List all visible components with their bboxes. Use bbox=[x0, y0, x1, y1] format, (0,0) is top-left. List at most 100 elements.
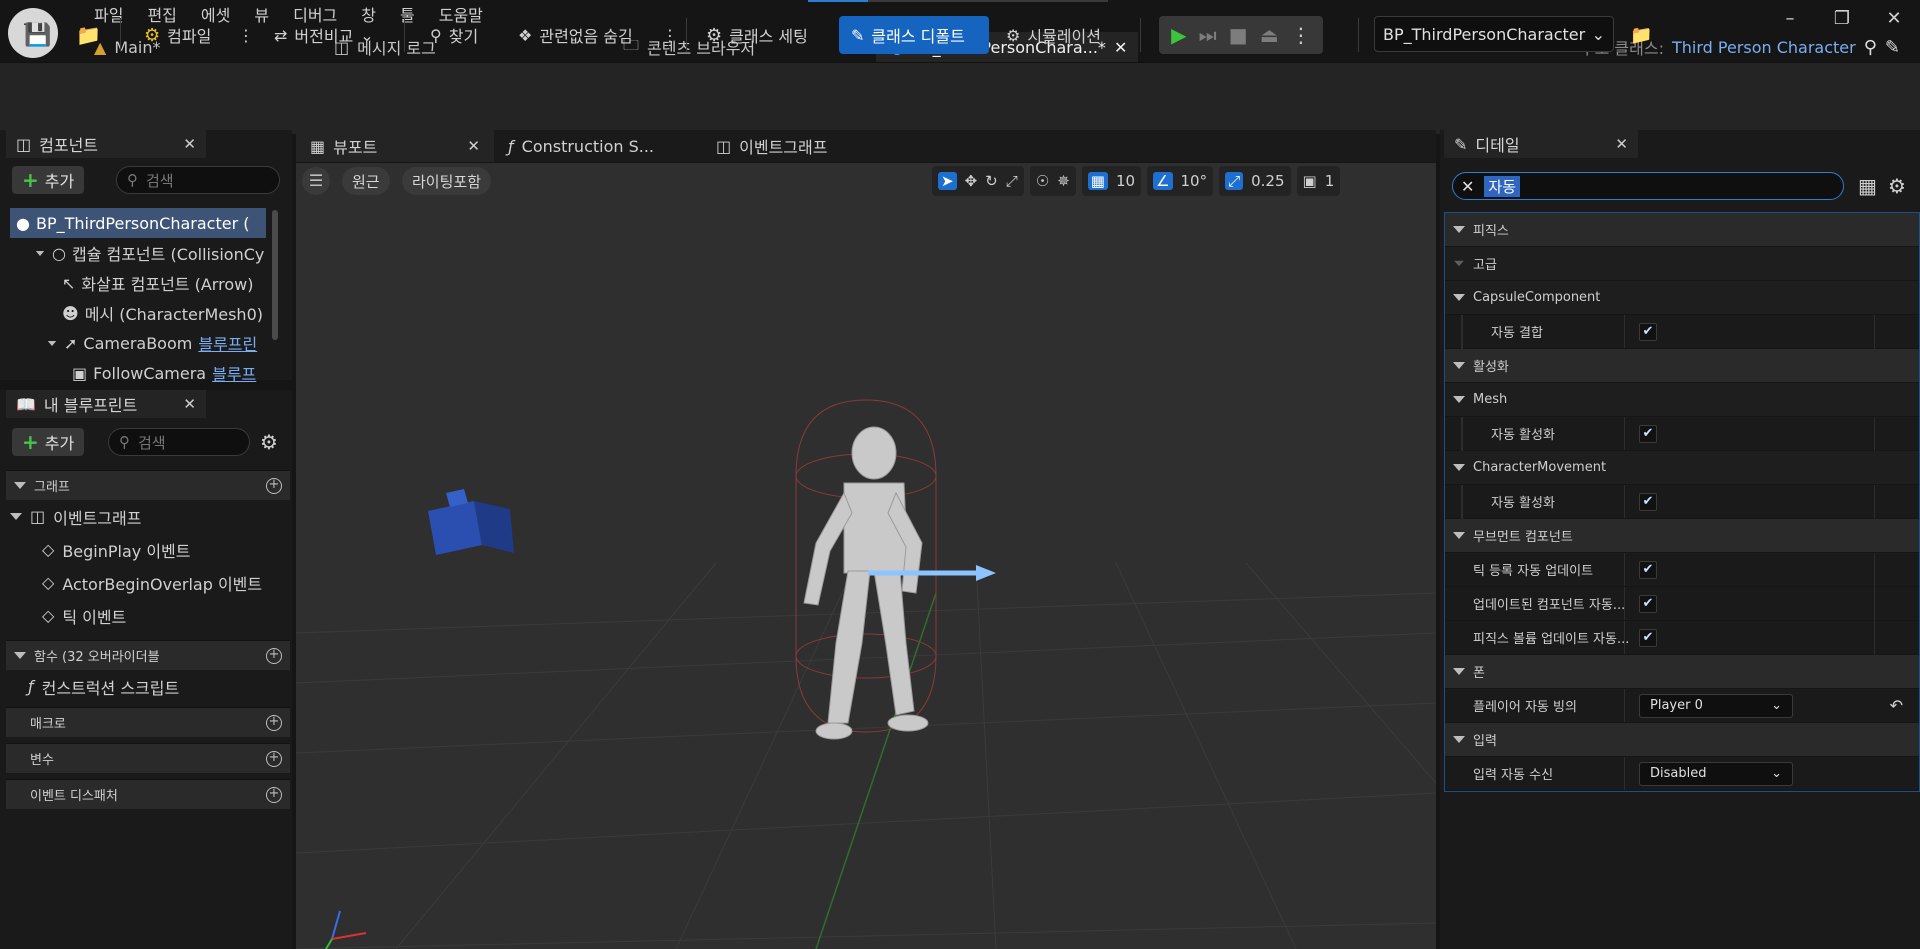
select-cursor-icon[interactable]: ➤ bbox=[938, 172, 957, 190]
lighting-button[interactable]: 라이팅포함 bbox=[402, 167, 492, 195]
close-icon[interactable]: ✕ bbox=[183, 395, 196, 413]
dispatchers-section[interactable]: 이벤트 디스패처 + bbox=[6, 779, 290, 809]
debug-object-select[interactable]: BP_ThirdPersonCharacter ⌄ bbox=[1374, 16, 1614, 52]
close-icon[interactable]: ✕ bbox=[183, 135, 196, 153]
tree-item-arrow[interactable]: ↖ 화살표 컴포넌트 (Arrow) bbox=[10, 268, 266, 298]
scrollbar[interactable] bbox=[272, 210, 278, 340]
browse-icon[interactable]: 📁 bbox=[70, 16, 107, 54]
gear-icon[interactable]: ⚙ bbox=[260, 430, 278, 454]
add-macro-icon[interactable]: + bbox=[266, 714, 282, 731]
clear-search-icon[interactable]: ✕ bbox=[1461, 177, 1474, 196]
hamburger-menu-icon[interactable]: ☰ bbox=[302, 167, 330, 195]
checkbox-checked[interactable]: ✔ bbox=[1639, 424, 1657, 443]
add-dispatcher-icon[interactable]: + bbox=[266, 786, 282, 803]
class-defaults-button[interactable]: ✎ 클래스 디폴트 bbox=[839, 16, 989, 54]
variables-section[interactable]: 변수 + bbox=[6, 743, 290, 773]
more-options-icon[interactable]: ⋮ bbox=[232, 16, 260, 54]
tree-item-cameraboom[interactable]: ➚ CameraBoom 블루프린 bbox=[10, 328, 266, 358]
details-category[interactable]: 활성화 bbox=[1445, 349, 1919, 383]
more-options-icon[interactable]: ⋮ bbox=[1291, 23, 1311, 47]
camera-speed-value[interactable]: 1 bbox=[1325, 172, 1335, 190]
close-window-icon[interactable]: ✕ bbox=[1868, 8, 1920, 29]
surface-snap-icon[interactable]: ✵ bbox=[1057, 172, 1070, 190]
tab-viewport[interactable]: ▦ 뷰포트 ✕ bbox=[296, 130, 494, 162]
checkbox-checked[interactable]: ✔ bbox=[1639, 322, 1657, 341]
tree-item-root[interactable]: ● BP_ThirdPersonCharacter ( bbox=[10, 208, 266, 238]
scale-snap-value[interactable]: 0.25 bbox=[1251, 172, 1284, 190]
world-space-icon[interactable]: ☉ bbox=[1036, 172, 1049, 190]
restore-icon[interactable]: ❐ bbox=[1816, 8, 1868, 29]
compile-button[interactable]: ⚙ 컴파일 bbox=[138, 16, 217, 54]
gear-icon[interactable]: ⚙ bbox=[1888, 174, 1906, 198]
tree-item-capsule[interactable]: ○ 캡슐 컴포넌트 (CollisionCy bbox=[10, 238, 266, 268]
details-category[interactable]: 입력 bbox=[1445, 723, 1919, 757]
rotation-snap-icon[interactable]: ∠ bbox=[1153, 172, 1173, 190]
graphs-section[interactable]: 그래프 + bbox=[6, 470, 290, 500]
reset-to-default-icon[interactable]: ↶ bbox=[1890, 696, 1903, 715]
more-options-icon[interactable]: ⋮ bbox=[656, 16, 684, 54]
stop-icon[interactable]: ■ bbox=[1229, 23, 1248, 47]
rotate-icon[interactable]: ↻ bbox=[985, 172, 998, 190]
details-subcategory[interactable]: CharacterMovement bbox=[1445, 451, 1919, 485]
details-category[interactable]: 폰 bbox=[1445, 655, 1919, 689]
parent-class-link[interactable]: Third Person Character bbox=[1672, 38, 1856, 57]
event-item[interactable]: ◇ ActorBeginOverlap 이벤트 bbox=[6, 566, 290, 599]
viewport-3d[interactable]: ☰ 원근 라이팅포함 bbox=[296, 163, 1436, 949]
tab-construction-script[interactable]: ƒ Construction S... bbox=[494, 130, 690, 162]
details-category[interactable]: 피직스 bbox=[1445, 213, 1919, 247]
close-icon[interactable]: ✕ bbox=[1615, 135, 1628, 153]
event-item[interactable]: ◇ BeginPlay 이벤트 bbox=[6, 533, 290, 566]
add-member-button[interactable]: + 추가 bbox=[12, 428, 85, 456]
grid-snap-value[interactable]: 10 bbox=[1116, 172, 1135, 190]
grid-snap-icon[interactable]: ▦ bbox=[1087, 172, 1108, 190]
my-blueprint-search-input[interactable]: ⚲ 검색 bbox=[108, 428, 250, 456]
checkbox-checked[interactable]: ✔ bbox=[1639, 594, 1657, 613]
find-button[interactable]: ⚲ 찾기 bbox=[424, 16, 484, 54]
expand-arrow-icon[interactable] bbox=[47, 340, 57, 346]
checkbox-checked[interactable]: ✔ bbox=[1639, 492, 1657, 511]
details-search-input[interactable]: ✕ 자동 bbox=[1452, 172, 1844, 200]
perspective-button[interactable]: 원근 bbox=[342, 167, 390, 195]
add-component-button[interactable]: + 추가 bbox=[12, 166, 85, 194]
details-subcategory[interactable]: CapsuleComponent bbox=[1445, 281, 1919, 315]
tab-event-graph[interactable]: ◫ 이벤트그래프 bbox=[690, 130, 841, 162]
scale-icon[interactable]: ⤢ bbox=[1006, 172, 1018, 190]
rotation-snap-value[interactable]: 10° bbox=[1181, 172, 1208, 190]
browse-debug-icon[interactable]: 📁 bbox=[1624, 16, 1658, 54]
hide-unrelated-button[interactable]: ❖ 관련없음 숨김 bbox=[512, 16, 639, 54]
checkbox-checked[interactable]: ✔ bbox=[1639, 628, 1657, 647]
edit-pencil-icon[interactable]: ✎ bbox=[1885, 37, 1900, 58]
blueprint-link[interactable]: 블루프린 bbox=[198, 331, 257, 355]
checkbox-checked[interactable]: ✔ bbox=[1639, 560, 1657, 579]
details-category[interactable]: 무브먼트 컴포넌트 bbox=[1445, 519, 1919, 553]
functions-section[interactable]: 함수 (32 오버라이더블 + bbox=[6, 640, 290, 670]
tree-item-mesh[interactable]: ☻ 메시 (CharacterMesh0) bbox=[10, 298, 266, 328]
property-matrix-icon[interactable]: ▦ bbox=[1858, 174, 1877, 198]
expand-arrow-icon[interactable] bbox=[35, 250, 45, 256]
details-subcategory[interactable]: Mesh bbox=[1445, 383, 1919, 417]
tree-item-followcamera[interactable]: ▣ FollowCamera 블루프 bbox=[10, 358, 266, 388]
step-icon[interactable]: ⏭ bbox=[1199, 23, 1217, 47]
add-graph-icon[interactable]: + bbox=[266, 477, 282, 494]
event-item[interactable]: ◇ 틱 이벤트 bbox=[6, 599, 290, 632]
add-variable-icon[interactable]: + bbox=[266, 750, 282, 767]
eject-icon[interactable]: ⏏ bbox=[1260, 23, 1279, 47]
blueprint-link[interactable]: 블루프 bbox=[212, 361, 256, 385]
details-subcategory[interactable]: 고급 bbox=[1445, 247, 1919, 281]
diff-button[interactable]: ⇄ 버전비교 ⌄ bbox=[268, 16, 380, 54]
my-blueprint-tab[interactable]: 📖 내 블루프린트 ✕ bbox=[6, 390, 206, 418]
search-icon[interactable]: ⚲ bbox=[1864, 37, 1877, 58]
scale-snap-icon[interactable]: ⤢ bbox=[1225, 172, 1244, 190]
add-function-icon[interactable]: + bbox=[266, 647, 282, 664]
close-icon[interactable]: ✕ bbox=[1114, 38, 1127, 57]
save-icon[interactable]: 💾 bbox=[18, 16, 57, 54]
minimize-icon[interactable]: – bbox=[1764, 8, 1816, 29]
play-icon[interactable]: ▶ bbox=[1171, 23, 1186, 47]
camera-speed-icon[interactable]: ▣ bbox=[1303, 172, 1317, 190]
construction-script-item[interactable]: ƒ 컨스트럭션 스크립트 bbox=[6, 670, 290, 703]
close-icon[interactable]: ✕ bbox=[467, 137, 480, 155]
macros-section[interactable]: 매크로 + bbox=[6, 707, 290, 737]
components-search-input[interactable]: ⚲ 검색 bbox=[116, 166, 280, 194]
property-dropdown[interactable]: Player 0 ⌄ bbox=[1639, 693, 1793, 718]
move-icon[interactable]: ✥ bbox=[965, 172, 978, 190]
